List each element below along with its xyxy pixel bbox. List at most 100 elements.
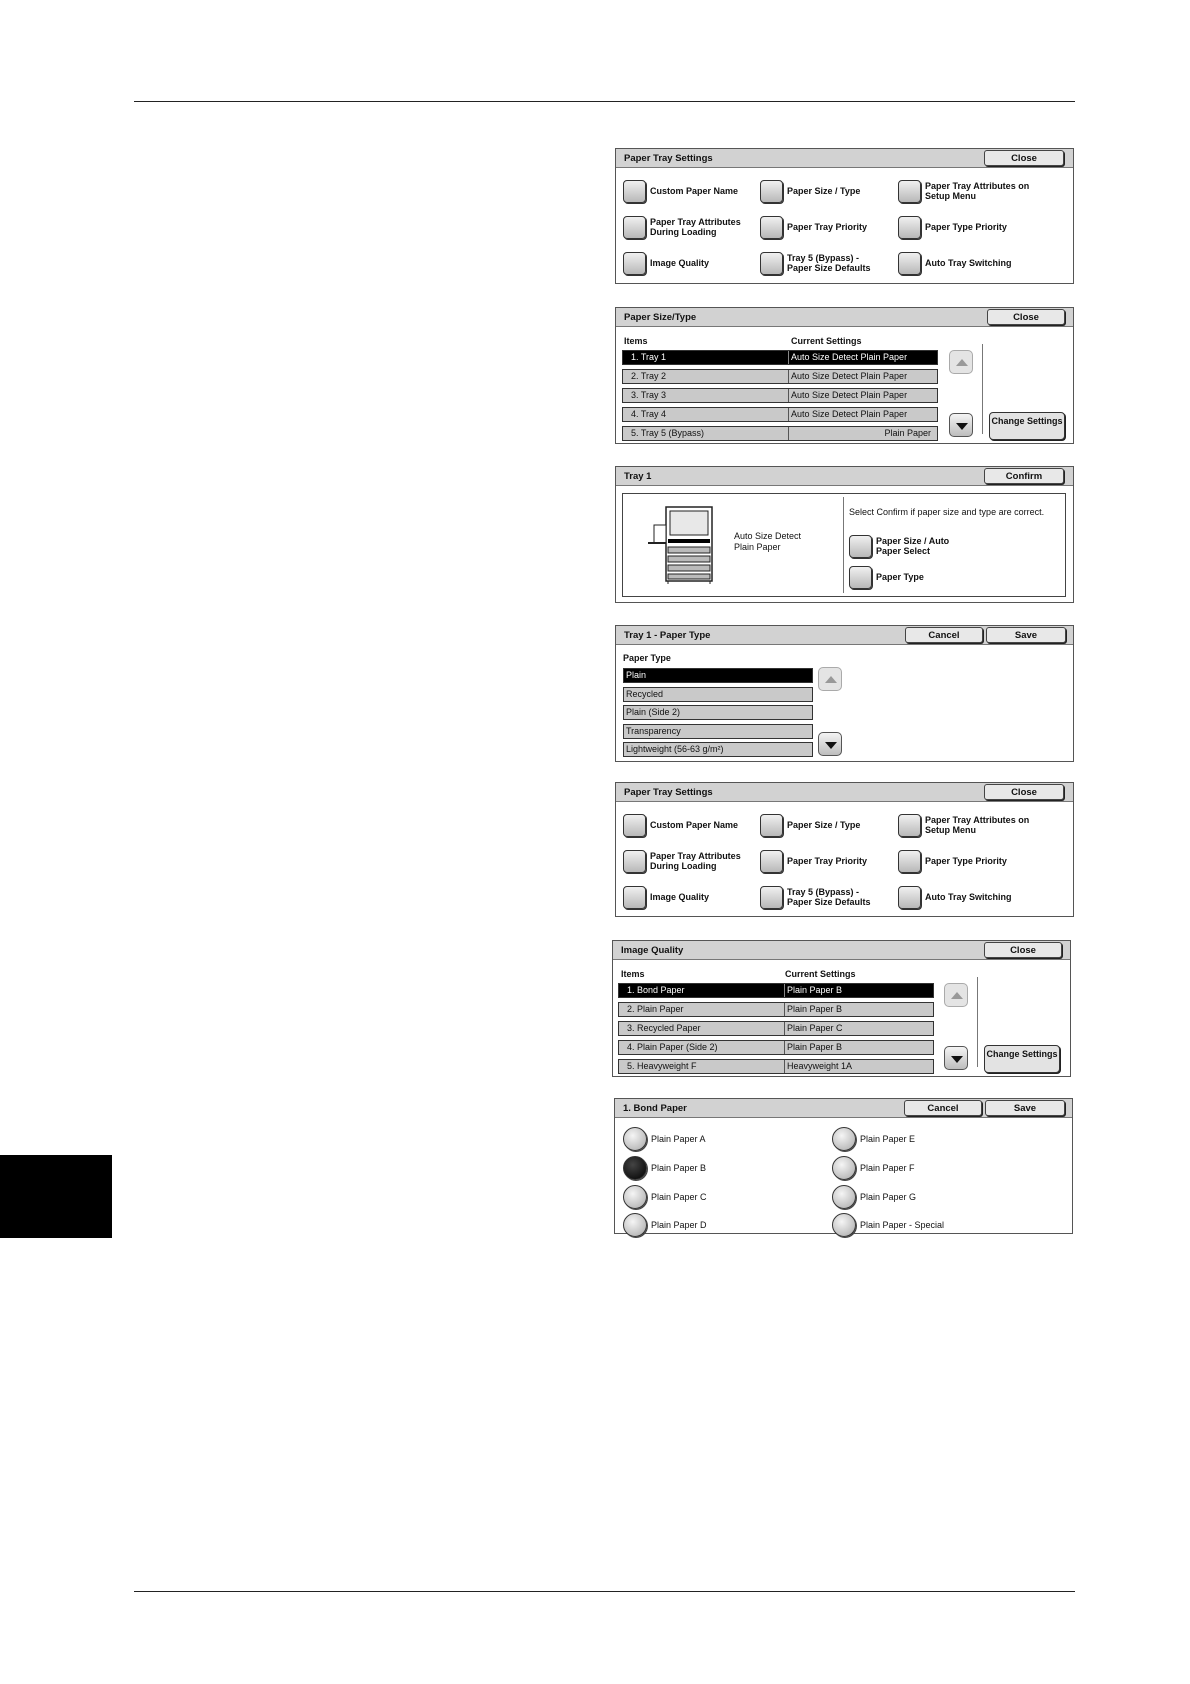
row-item: 5. Tray 5 (Bypass)	[623, 427, 789, 440]
button-label: Paper Tray Priority	[787, 856, 868, 866]
paper-type-priority-button[interactable]: Paper Type Priority	[898, 846, 1007, 876]
table-row[interactable]: 3. Tray 3 Auto Size Detect Plain Paper	[622, 388, 938, 403]
paper-size-type-button[interactable]: Paper Size / Type	[760, 176, 860, 206]
custom-paper-name-button[interactable]: Custom Paper Name	[623, 176, 738, 206]
button-label: Custom Paper Name	[650, 820, 739, 830]
button-label: Auto Tray Switching	[925, 258, 1012, 268]
cancel-button[interactable]: Cancel	[904, 1100, 982, 1116]
attributes-setup-menu-button[interactable]: Paper Tray Attributes on Setup Menu	[898, 176, 1035, 206]
change-settings-button[interactable]: Change Settings	[984, 1045, 1060, 1073]
attributes-during-loading-button[interactable]: Paper Tray Attributes During Loading	[623, 212, 755, 242]
paper-tray-priority-button[interactable]: Paper Tray Priority	[760, 212, 867, 242]
attributes-setup-menu-button[interactable]: Paper Tray Attributes on Setup Menu	[898, 810, 1035, 840]
radio-label: Plain Paper G	[860, 1192, 917, 1202]
button-label: Paper Tray Attributes on Setup Menu	[925, 815, 1030, 835]
radio-label: Plain Paper F	[860, 1163, 915, 1173]
radio-plain-paper-f[interactable]: Plain Paper F	[832, 1156, 915, 1180]
table-row[interactable]: 5. Heavyweight F Heavyweight 1A	[618, 1059, 934, 1074]
button-square-icon	[760, 215, 783, 239]
row-value: Plain Paper	[884, 428, 931, 438]
button-square-icon	[760, 813, 783, 837]
button-square-icon	[623, 885, 646, 909]
radio-label: Plain Paper D	[651, 1220, 707, 1230]
auto-tray-switching-button[interactable]: Auto Tray Switching	[898, 248, 1012, 278]
confirm-button[interactable]: Confirm	[984, 468, 1064, 484]
image-quality-button[interactable]: Image Quality	[623, 882, 709, 912]
button-label: Auto Tray Switching	[925, 892, 1012, 902]
paper-size-auto-select-button[interactable]: Paper Size / Auto Paper Select	[849, 531, 966, 561]
button-square-icon	[898, 849, 921, 873]
radio-button-icon	[832, 1156, 856, 1180]
radio-button-icon	[832, 1127, 856, 1151]
close-button[interactable]: Close	[984, 942, 1062, 958]
paper-size-type-button[interactable]: Paper Size / Type	[760, 810, 860, 840]
tray5-defaults-button[interactable]: Tray 5 (Bypass) - Paper Size Defaults	[760, 248, 882, 278]
confirm-instruction: Select Confirm if paper size and type ar…	[849, 507, 1045, 517]
list-item[interactable]: Plain	[623, 668, 813, 683]
radio-button-selected-icon	[623, 1156, 647, 1180]
row-value: Heavyweight 1A	[787, 1061, 853, 1071]
radio-plain-paper-b[interactable]: Plain Paper B	[623, 1156, 706, 1180]
list-item[interactable]: Transparency	[623, 724, 813, 739]
paper-tray-settings-panel: Paper Tray Settings Close Custom Paper N…	[615, 148, 1074, 284]
scroll-down-icon[interactable]	[944, 1046, 968, 1070]
change-settings-button[interactable]: Change Settings	[989, 412, 1065, 440]
table-row[interactable]: 4. Plain Paper (Side 2) Plain Paper B	[618, 1040, 934, 1055]
auto-tray-switching-button[interactable]: Auto Tray Switching	[898, 882, 1012, 912]
table-row[interactable]: 1. Tray 1 Auto Size Detect Plain Paper	[622, 350, 938, 365]
row-item: 4. Tray 4	[623, 408, 789, 421]
radio-plain-paper-e[interactable]: Plain Paper E	[832, 1127, 915, 1151]
tray5-defaults-button[interactable]: Tray 5 (Bypass) - Paper Size Defaults	[760, 882, 882, 912]
printer-illustration-icon	[648, 506, 713, 584]
paper-tray-settings-panel-2: Paper Tray Settings Close Custom Paper N…	[615, 782, 1074, 917]
scroll-up-icon[interactable]	[949, 350, 973, 374]
button-square-icon	[898, 885, 921, 909]
scroll-down-icon[interactable]	[949, 413, 973, 437]
paper-type-button[interactable]: Paper Type	[849, 562, 924, 592]
radio-plain-paper-c[interactable]: Plain Paper C	[623, 1185, 707, 1209]
list-item[interactable]: Lightweight (56-63 g/m²)	[623, 742, 813, 757]
custom-paper-name-button[interactable]: Custom Paper Name	[623, 810, 738, 840]
row-value: Plain Paper C	[787, 1023, 843, 1033]
list-item[interactable]: Plain (Side 2)	[623, 705, 813, 720]
radio-plain-paper-special[interactable]: Plain Paper - Special	[832, 1213, 944, 1237]
radio-button-icon	[832, 1213, 856, 1237]
radio-button-icon	[832, 1185, 856, 1209]
tray-status-size: Auto Size Detect	[734, 531, 802, 541]
radio-plain-paper-g[interactable]: Plain Paper G	[832, 1185, 916, 1209]
cancel-button[interactable]: Cancel	[905, 627, 983, 643]
radio-label: Plain Paper A	[651, 1134, 706, 1144]
button-square-icon	[898, 215, 921, 239]
radio-plain-paper-d[interactable]: Plain Paper D	[623, 1213, 707, 1237]
table-row[interactable]: 3. Recycled Paper Plain Paper C	[618, 1021, 934, 1036]
radio-plain-paper-a[interactable]: Plain Paper A	[623, 1127, 706, 1151]
button-square-icon	[623, 179, 646, 203]
tray-status-type: Plain Paper	[734, 542, 781, 552]
row-value: Auto Size Detect Plain Paper	[791, 352, 908, 362]
save-button[interactable]: Save	[986, 627, 1066, 643]
paper-tray-priority-button[interactable]: Paper Tray Priority	[760, 846, 867, 876]
button-label: Paper Type Priority	[925, 856, 1007, 866]
row-item: 1. Tray 1	[623, 351, 789, 364]
table-row[interactable]: 1. Bond Paper Plain Paper B	[618, 983, 934, 998]
button-label: Paper Tray Priority	[787, 222, 868, 232]
table-row[interactable]: 4. Tray 4 Auto Size Detect Plain Paper	[622, 407, 938, 422]
scroll-up-icon[interactable]	[818, 667, 842, 691]
close-button[interactable]: Close	[984, 784, 1064, 800]
table-row[interactable]: 5. Tray 5 (Bypass) Plain Paper	[622, 426, 938, 441]
row-item: 3. Tray 3	[623, 389, 789, 402]
bottom-rule	[134, 1591, 1075, 1592]
save-button[interactable]: Save	[985, 1100, 1065, 1116]
image-quality-button[interactable]: Image Quality	[623, 248, 709, 278]
table-row[interactable]: 2. Plain Paper Plain Paper B	[618, 1002, 934, 1017]
table-row[interactable]: 2. Tray 2 Auto Size Detect Plain Paper	[622, 369, 938, 384]
scroll-down-icon[interactable]	[818, 732, 842, 756]
radio-label: Plain Paper E	[860, 1134, 916, 1144]
close-button[interactable]: Close	[987, 309, 1065, 325]
list-item[interactable]: Recycled	[623, 687, 813, 702]
paper-type-priority-button[interactable]: Paper Type Priority	[898, 212, 1007, 242]
attributes-during-loading-button[interactable]: Paper Tray Attributes During Loading	[623, 846, 755, 876]
button-square-icon	[760, 885, 783, 909]
scroll-up-icon[interactable]	[944, 983, 968, 1007]
close-button[interactable]: Close	[984, 150, 1064, 166]
